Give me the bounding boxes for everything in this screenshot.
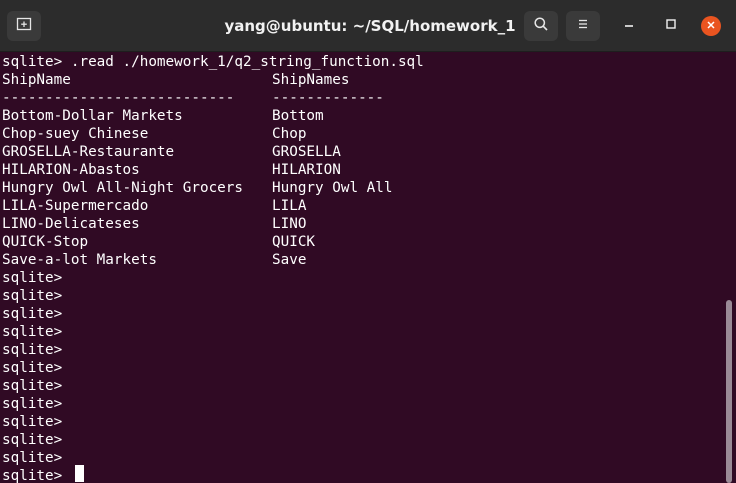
result-row-shipnames: LILA [272, 198, 307, 214]
result-row-shipname: GROSELLA-Restaurante [2, 144, 175, 160]
command-line: sqlite> .read ./homework_1/q2_string_fun… [2, 54, 424, 70]
text-cursor [75, 465, 84, 482]
prompt-line: sqlite> [2, 306, 63, 322]
result-row-shipnames: LINO [272, 216, 307, 232]
result-row-shipname: HILARION-Abastos [2, 162, 140, 178]
maximize-icon [665, 17, 677, 35]
terminal-window: yang@ubuntu: ~/SQL/homework_1 sqlite> .r… [0, 0, 736, 483]
result-row-shipnames: Chop [272, 126, 307, 142]
result-row-shipnames: GROSELLA [272, 144, 341, 160]
window-title: yang@ubuntu: ~/SQL/homework_1 [224, 17, 516, 35]
prompt-line: sqlite> [2, 396, 63, 412]
scrollbar-thumb[interactable] [726, 300, 732, 483]
result-row-shipname: Bottom-Dollar Markets [2, 108, 183, 124]
result-row-shipnames: Bottom [272, 108, 324, 124]
result-row-shipname: Hungry Owl All-Night Grocers [2, 180, 244, 196]
separator-col1: --------------------------- [2, 90, 235, 106]
header-shipnames: ShipNames [272, 72, 350, 88]
result-row-shipname: Save-a-lot Markets [2, 252, 157, 268]
prompt-line: sqlite> [2, 378, 63, 394]
active-prompt-line: sqlite> [2, 468, 63, 483]
hamburger-menu-icon [576, 17, 590, 36]
prompt-line: sqlite> [2, 342, 63, 358]
maximize-button[interactable] [661, 16, 681, 36]
separator-col2: ------------- [272, 90, 384, 106]
close-icon [706, 17, 716, 35]
header-shipname: ShipName [2, 72, 71, 88]
search-button[interactable] [524, 11, 558, 41]
prompt-line: sqlite> [2, 450, 63, 466]
result-row-shipnames: HILARION [272, 162, 341, 178]
prompt-line: sqlite> [2, 288, 63, 304]
vertical-scrollbar[interactable] [722, 52, 736, 483]
result-row-shipname: QUICK-Stop [2, 234, 89, 250]
minimize-button[interactable] [619, 16, 639, 36]
menu-button[interactable] [566, 11, 600, 41]
new-tab-icon [16, 16, 32, 37]
new-tab-button[interactable] [7, 11, 41, 41]
prompt-line: sqlite> [2, 414, 63, 430]
result-row-shipname: LILA-Supermercado [2, 198, 149, 214]
result-row-shipname: Chop-suey Chinese [2, 126, 149, 142]
result-row-shipnames: Hungry Owl All [272, 180, 393, 196]
result-row-shipnames: QUICK [272, 234, 316, 250]
search-icon [533, 16, 549, 37]
prompt-line: sqlite> [2, 432, 63, 448]
prompt-line: sqlite> [2, 324, 63, 340]
terminal-output[interactable]: sqlite> .read ./homework_1/q2_string_fun… [0, 52, 722, 483]
close-button[interactable] [701, 16, 721, 36]
result-row-shipnames: Save [272, 252, 307, 268]
title-bar[interactable]: yang@ubuntu: ~/SQL/homework_1 [0, 0, 736, 52]
result-row-shipname: LINO-Delicateses [2, 216, 140, 232]
minimize-icon [623, 17, 635, 35]
prompt-line: sqlite> [2, 360, 63, 376]
prompt-line: sqlite> [2, 270, 63, 286]
